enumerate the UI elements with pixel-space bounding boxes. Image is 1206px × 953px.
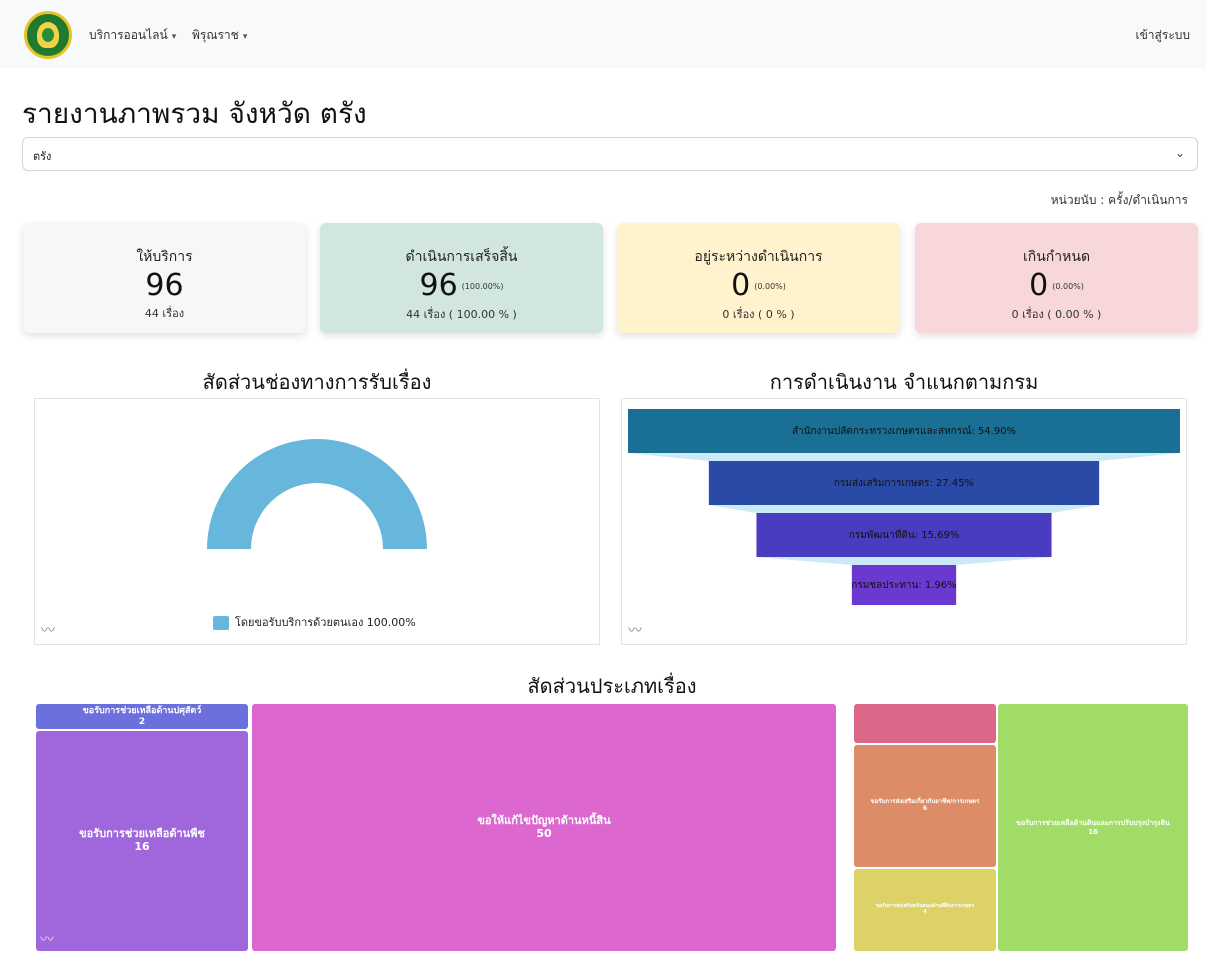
channels-chart [207, 439, 427, 549]
treemap-tile-label: ขอรับการช่วยเหลือด้านปศุสัตว์ [82, 706, 202, 717]
card-overdue-pct: (0.00%) [1052, 281, 1084, 291]
nav-consider-label: พิรุณราช [192, 28, 239, 42]
treemap-tile[interactable]: ขอรับการช่วยเหลือด้านพืช 16 [36, 731, 248, 951]
card-inprogress-value: 0 [731, 268, 751, 303]
treemap-tile[interactable]: ขอรับการช่วยเหลือด้านดินและการปรับปรุงบำ… [998, 704, 1188, 951]
treemap-tile[interactable]: ขอรับการส่งเสริมสนับสนุนด้านที่ดินการเกษ… [854, 869, 996, 951]
nav-online-services[interactable]: บริการออนไลน์ ▾ [89, 26, 176, 45]
caret-down-icon: ▾ [171, 32, 177, 42]
card-service: ให้บริการ 96 44 เรื่อง [23, 223, 306, 333]
channels-chart-panel: โดยขอรับบริการด้วยตนเอง 100.00% 〰 [34, 398, 600, 645]
caret-down-icon: ▾ [242, 32, 248, 42]
card-service-sub: 44 เรื่อง [144, 307, 185, 320]
nav-online-services-label: บริการออนไลน์ [89, 28, 168, 42]
funnel-data-label: กรมส่งเสริมการเกษตร: 27.45% [833, 478, 975, 489]
card-overdue-label: เกินกำหนด [1022, 249, 1091, 265]
card-service-label: ให้บริการ [136, 249, 193, 265]
donut-slice[interactable] [207, 439, 427, 549]
card-inprogress-sub: 0 เรื่อง ( 0 % ) [722, 307, 795, 321]
province-select[interactable]: ตรัง ⌄ [22, 137, 1198, 171]
card-overdue-value-wrap: 0 (0.00%) [915, 270, 1198, 303]
card-overdue-value: 0 [1029, 268, 1049, 303]
treemap-tile-value: 2 [138, 716, 146, 727]
treemap-tile-value: 16 [134, 840, 150, 853]
top-navbar: บริการออนไลน์ ▾ พิรุณราช ▾ เข้าสู่ระบบ [0, 0, 1206, 68]
chart-credits-icon[interactable]: 〰 [628, 620, 642, 640]
departments-title: การดำเนินงาน จำแนกตามกรม [769, 370, 1039, 394]
unit-label: หน่วยนับ : ครั้ง/ดำเนินการ [1050, 193, 1188, 207]
channels-legend-label: โดยขอรับบริการด้วยตนเอง 100.00% [235, 616, 416, 629]
treemap-tile-label: ขอรับการช่วยเหลือด้านดินและการปรับปรุงบำ… [1016, 819, 1170, 828]
treemap-tile[interactable]: ขอรับการช่วยเหลือด้านปศุสัตว์ 2 [36, 704, 248, 729]
treemap-tile[interactable] [854, 704, 996, 743]
treemap-tile-value: 16 [1088, 827, 1098, 836]
departments-chart-panel: 〰 สำนักงานปลัดกระทรวงเกษตรและสหกรณ์: 54.… [621, 398, 1187, 645]
card-done: ดำเนินการเสร็จสิ้น 96 (100.00%) 44 เรื่อง… [320, 223, 603, 333]
card-inprogress: อยู่ระหว่างดำเนินการ 0 (0.00%) 0 เรื่อง (… [617, 223, 900, 333]
nav-consider[interactable]: พิรุณราช ▾ [192, 26, 247, 45]
card-service-value: 96 [145, 268, 184, 303]
card-done-sub: 44 เรื่อง ( 100.00 % ) [406, 307, 517, 321]
card-done-value-wrap: 96 (100.00%) [320, 270, 603, 303]
province-select-value: ตรัง [33, 150, 52, 163]
treemap-tile-value: 50 [536, 826, 552, 840]
legend-swatch [213, 616, 229, 630]
card-overdue: เกินกำหนด 0 (0.00%) 0 เรื่อง ( 0.00 % ) [915, 223, 1198, 333]
page-title: รายงานภาพรวม จังหวัด ตรัง [22, 97, 367, 130]
card-inprogress-value-wrap: 0 (0.00%) [617, 270, 900, 303]
types-treemap: ขอรับการช่วยเหลือด้านปศุสัตว์ 2 ขอรับการช่… [34, 702, 1190, 953]
funnel-connector [628, 453, 1180, 461]
treemap-tile-value: 4 [923, 909, 927, 915]
funnel-connector [756, 557, 1052, 565]
card-inprogress-pct: (0.00%) [754, 281, 786, 291]
types-title: สัดส่วนประเภทเรื่อง [527, 674, 697, 698]
card-done-value: 96 [419, 268, 458, 303]
funnel-connector [708, 505, 1100, 513]
card-done-pct: (100.00%) [461, 281, 504, 291]
funnel-data-label: กรมชลประทาน: 1.96% [851, 580, 957, 591]
treemap-tile-value: 6 [922, 805, 928, 812]
channels-legend-item[interactable]: โดยขอรับบริการด้วยตนเอง 100.00% [213, 613, 416, 631]
chart-credits-icon[interactable]: 〰 [41, 620, 55, 640]
ministry-logo-icon[interactable] [24, 11, 72, 59]
card-done-label: ดำเนินการเสร็จสิ้น [405, 249, 518, 265]
channels-title: สัดส่วนช่องทางการรับเรื่อง [202, 370, 432, 394]
treemap-tile-label: ขอให้แก้ไขปัญหาด้านหนี้สิน [477, 813, 611, 827]
funnel-data-label: กรมพัฒนาที่ดิน: 15.69% [848, 530, 960, 541]
treemap-tile[interactable]: ขอรับการส่งเสริมเกี่ยวกับอาชีพ/การเกษตร 6 [854, 745, 996, 867]
login-link[interactable]: เข้าสู่ระบบ [1136, 26, 1191, 45]
chart-credits-icon[interactable]: 〰 [40, 929, 54, 949]
card-inprogress-label: อยู่ระหว่างดำเนินการ [694, 249, 823, 265]
chevron-down-icon: ⌄ [1174, 146, 1185, 160]
card-overdue-sub: 0 เรื่อง ( 0.00 % ) [1011, 307, 1102, 321]
treemap-tile[interactable]: ขอให้แก้ไขปัญหาด้านหนี้สิน 50 [252, 704, 836, 951]
funnel-data-label: สำนักงานปลัดกระทรวงเกษตรและสหกรณ์: 54.90… [791, 426, 1017, 437]
